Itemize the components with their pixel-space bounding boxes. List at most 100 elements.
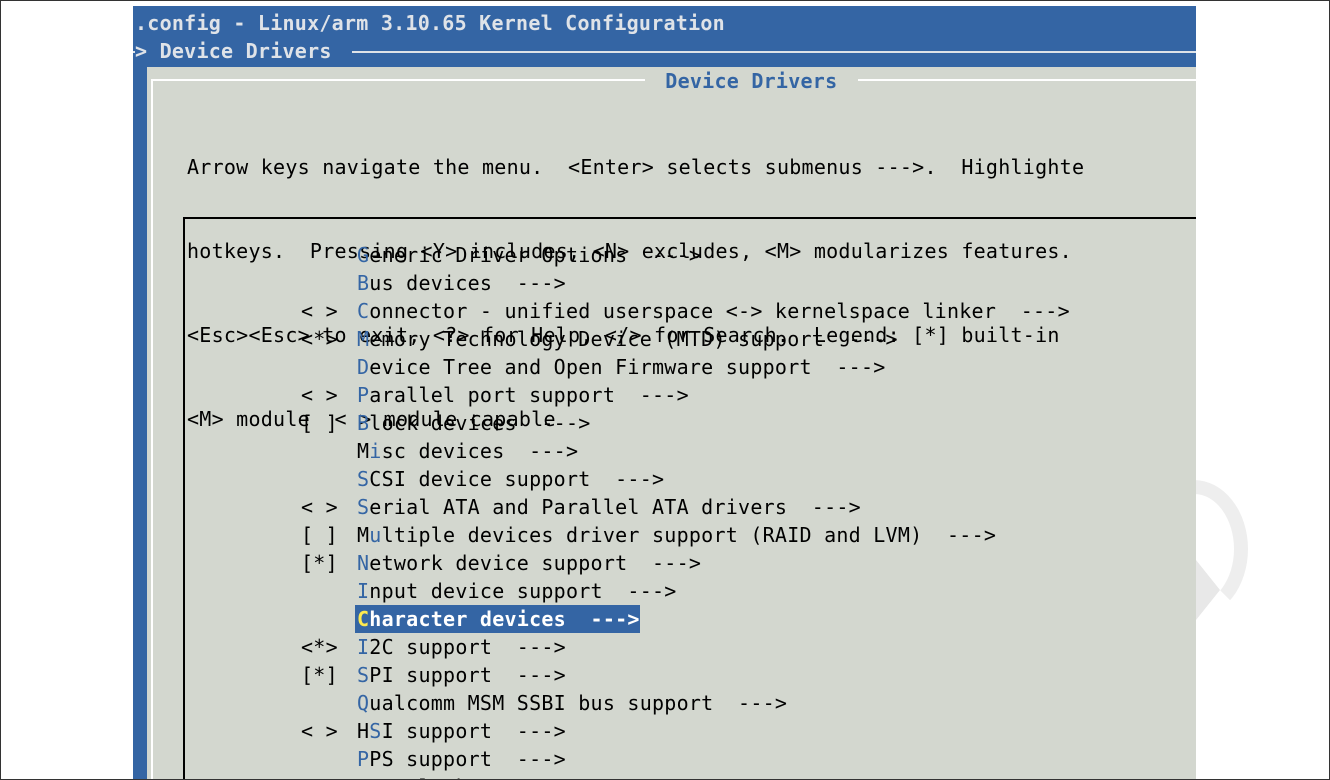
menu-item-label: SPI support ---> xyxy=(357,661,566,689)
menu-item-label: Misc devices ---> xyxy=(357,437,578,465)
menuconfig-dialog: Device Drivers Arrow keys navigate the m… xyxy=(147,67,1196,780)
menu-item-hotkey: P xyxy=(357,383,370,407)
menu-item-label-rest: CSI device support ---> xyxy=(369,467,665,491)
menu-item[interactable]: [*] Network device support ---> xyxy=(301,549,1070,577)
menu-item-label-rest: PI support ---> xyxy=(369,663,566,687)
menu-item[interactable]: [ ] Multiple devices driver support (RAI… xyxy=(301,521,1070,549)
menu-list: Generic Driver Options ---> Bus devices … xyxy=(301,241,1070,780)
menu-item-label: PPS support ---> xyxy=(357,745,566,773)
menu-item-hotkey: B xyxy=(357,271,370,295)
menu-item-state xyxy=(301,269,357,297)
menu-item-label: SCSI device support ---> xyxy=(357,465,664,493)
menu-item[interactable]: [ ] Block devices ---> xyxy=(301,409,1070,437)
menu-item-hotkey: G xyxy=(357,243,370,267)
menu-item-label-rest: PS support ---> xyxy=(369,747,566,771)
menu-item[interactable]: < > HSI support ---> xyxy=(301,717,1070,745)
menu-item-state: <*> xyxy=(301,635,351,659)
menu-item-label: Bus devices ---> xyxy=(357,269,566,297)
menu-item[interactable]: Device Tree and Open Firmware support --… xyxy=(301,353,1070,381)
menu-item-label: PTP clock support ---> xyxy=(357,773,640,780)
menu-item-hotkey: I xyxy=(357,579,370,603)
menu-item-label-rest: etwork device support ---> xyxy=(369,551,702,575)
menu-item-state: < > xyxy=(301,299,351,323)
menu-item-hotkey: D xyxy=(357,355,370,379)
menu-item-label-rest: I support ---> xyxy=(381,719,566,743)
menu-item-label: Parallel port support ---> xyxy=(357,381,689,409)
menu-item-label: Input device support ---> xyxy=(357,577,677,605)
menu-item-label: Network device support ---> xyxy=(357,549,701,577)
window-title: .config - Linux/arm 3.10.65 Kernel Confi… xyxy=(135,11,725,35)
menu-item-label: Memory Technology Device (MTD) support -… xyxy=(357,325,898,353)
menu-item[interactable]: PTP clock support ---> xyxy=(301,773,1070,780)
menu-item-label: Multiple devices driver support (RAID an… xyxy=(357,521,996,549)
menu-item-label-pre: M xyxy=(357,439,370,463)
menu-item-hotkey: Q xyxy=(357,691,370,715)
watermark-arrow xyxy=(1196,560,1220,620)
menu-item[interactable]: PPS support ---> xyxy=(301,745,1070,773)
menu-item-state: [ ] xyxy=(301,523,351,547)
menu-item-hotkey: C xyxy=(357,299,370,323)
menu-item-state xyxy=(301,437,357,465)
menu-item-hotkey: P xyxy=(357,747,370,771)
menu-item[interactable]: < > Parallel port support ---> xyxy=(301,381,1070,409)
menu-item-state: [*] xyxy=(301,663,351,687)
menu-item[interactable]: Generic Driver Options ---> xyxy=(301,241,1070,269)
menu-item-state xyxy=(301,605,357,633)
menu-item[interactable]: < > Serial ATA and Parallel ATA drivers … xyxy=(301,493,1070,521)
menu-item-label-rest: evice Tree and Open Firmware support ---… xyxy=(369,355,886,379)
menu-item-label-rest: onnector - unified userspace <-> kernels… xyxy=(369,299,1070,323)
menu-item-hotkey: B xyxy=(357,411,370,435)
menu-item-label-rest: TP clock support ---> xyxy=(369,773,639,780)
menu-item-label: Qualcomm MSM SSBI bus support ---> xyxy=(357,689,787,717)
menu-item-hotkey: C xyxy=(357,607,370,631)
menu-item[interactable]: Bus devices ---> xyxy=(301,269,1070,297)
menu-item-label: Serial ATA and Parallel ATA drivers ---> xyxy=(357,493,861,521)
menu-item-state xyxy=(301,241,357,269)
menu-item-state xyxy=(301,773,357,780)
menu-item-label-rest: ualcomm MSM SSBI bus support ---> xyxy=(369,691,788,715)
menu-item-label-rest: arallel port support ---> xyxy=(369,383,689,407)
menu-item-state: < > xyxy=(301,719,351,743)
menu-item-hotkey: S xyxy=(357,663,370,687)
menu-item[interactable]: < > Connector - unified userspace <-> ke… xyxy=(301,297,1070,325)
menu-item-label-pre: M xyxy=(357,523,370,547)
menu-item[interactable]: [*] SPI support ---> xyxy=(301,661,1070,689)
menu-item-state: [ ] xyxy=(301,411,351,435)
menu-item-state: <*> xyxy=(301,327,351,351)
menu-item-state xyxy=(301,353,357,381)
menu-item-hotkey: S xyxy=(369,719,382,743)
breadcrumb-text: > Device Drivers xyxy=(135,37,352,65)
menu-item-label: Block devices ---> xyxy=(357,409,591,437)
menu-item-label: Device Tree and Open Firmware support --… xyxy=(357,353,886,381)
menu-item[interactable]: <*> Memory Technology Device (MTD) suppo… xyxy=(301,325,1070,353)
menu-item-state xyxy=(301,689,357,717)
menu-item-hotkey: I xyxy=(357,635,370,659)
menu-item-hotkey: N xyxy=(357,551,370,575)
menu-item-state xyxy=(301,577,357,605)
menu-item-hotkey: u xyxy=(369,523,382,547)
menu-item[interactable]: <*> I2C support ---> xyxy=(301,633,1070,661)
dialog-title: Device Drivers xyxy=(645,67,858,95)
breadcrumb: > Device Drivers xyxy=(133,37,1196,65)
menu-item-hotkey: M xyxy=(357,327,370,351)
menu-item-label-rest: erial ATA and Parallel ATA drivers ---> xyxy=(369,495,861,519)
menu-item-label: HSI support ---> xyxy=(357,717,566,745)
menu-item-state: < > xyxy=(301,495,351,519)
menu-item[interactable]: Qualcomm MSM SSBI bus support ---> xyxy=(301,689,1070,717)
terminal-window: .config - Linux/arm 3.10.65 Kernel Confi… xyxy=(133,6,1196,780)
menu-item-hotkey: P xyxy=(357,773,369,780)
menu-item[interactable]: Input device support ---> xyxy=(301,577,1070,605)
menu-item-hotkey: S xyxy=(357,495,370,519)
menu-item[interactable]: Character devices ---> xyxy=(301,605,1070,633)
menu-item-label-rest: eneric Driver Options ---> xyxy=(369,243,702,267)
menu-item-label: Generic Driver Options ---> xyxy=(357,241,701,269)
menu-item-label-rest: haracter devices ---> xyxy=(369,607,640,631)
menu-item-label-rest: nput device support ---> xyxy=(369,579,677,603)
menu-item-label-rest: lock devices ---> xyxy=(369,411,591,435)
menu-item-label: I2C support ---> xyxy=(357,633,566,661)
menu-item[interactable]: SCSI device support ---> xyxy=(301,465,1070,493)
menu-item-hotkey: i xyxy=(369,439,382,463)
menu-item[interactable]: Misc devices ---> xyxy=(301,437,1070,465)
menu-item-state: [*] xyxy=(301,551,351,575)
help-line: Arrow keys navigate the menu. <Enter> se… xyxy=(187,155,1085,179)
